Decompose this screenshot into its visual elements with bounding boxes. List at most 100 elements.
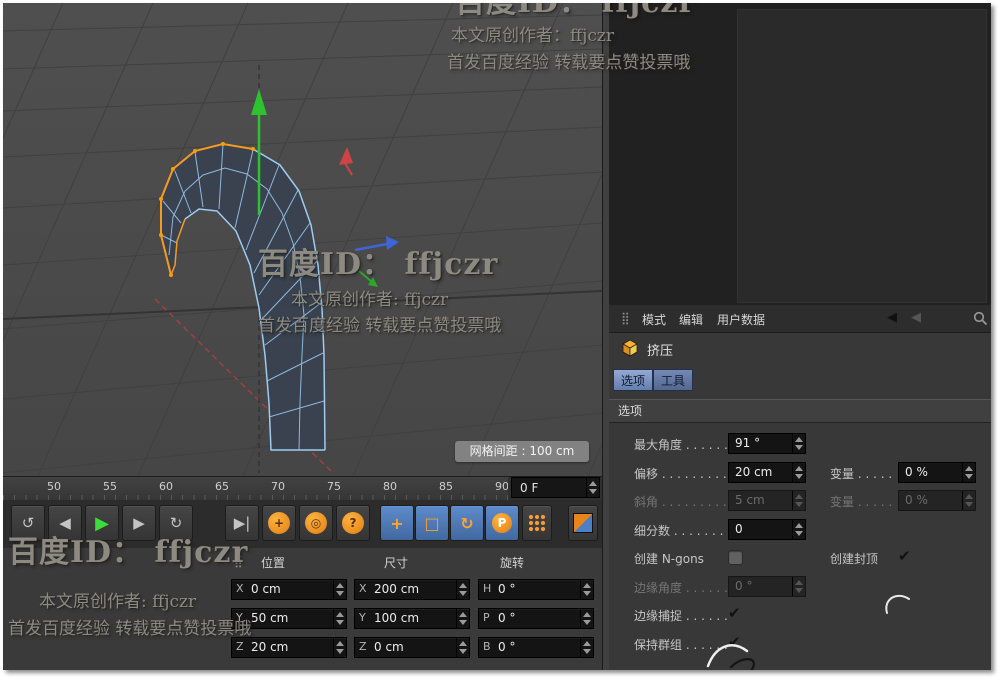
menu-edit[interactable]: 编辑 bbox=[679, 311, 703, 328]
transport-toolbar: ↺ ◀ ▶ ▶ ↻ ▶| + ◎ ? + □ ↻ P bbox=[3, 500, 602, 549]
timeline-tick: 90 bbox=[495, 480, 509, 493]
variation1-label: 变量 . . . . . bbox=[830, 467, 893, 481]
object-manager-area[interactable] bbox=[609, 3, 991, 306]
rotation-b-field[interactable]: B0 ° bbox=[478, 637, 594, 658]
loop-button[interactable]: ↻ bbox=[159, 505, 193, 541]
rotation-p-field[interactable]: P0 ° bbox=[478, 608, 594, 629]
keep-groups-checkbox[interactable]: ✔ bbox=[728, 633, 741, 651]
variation2-field: 0 % bbox=[898, 490, 976, 511]
scale-icon: □ bbox=[424, 513, 440, 533]
position-z-field[interactable]: Z 20 cm bbox=[231, 637, 347, 658]
create-caps-checkbox[interactable]: ✔ bbox=[898, 547, 911, 565]
position-x-field[interactable]: X0 cm bbox=[231, 579, 347, 600]
app-window: 网格间距 : 100 cm 50 55 60 65 70 75 80 85 90… bbox=[3, 3, 991, 670]
search-icon[interactable] bbox=[973, 311, 988, 326]
options-section-header[interactable]: 选项 bbox=[609, 399, 991, 423]
keep-groups-label: 保持群组 . . . . . . bbox=[634, 638, 728, 652]
object-manager-list[interactable] bbox=[737, 9, 987, 303]
offset-row: 偏移 . . . . . . . . . . 20 cm 变量 . . . . … bbox=[609, 462, 991, 484]
dots-grid-icon bbox=[528, 514, 546, 532]
size-y-field[interactable]: Y 100 cm bbox=[354, 608, 470, 629]
object-name-label: 挤压 bbox=[647, 344, 674, 359]
variation2-label: 变量 . . . . . bbox=[830, 495, 893, 509]
extrude-object-icon bbox=[622, 339, 638, 357]
create-caps-label: 创建封顶 bbox=[830, 552, 879, 566]
rotate-icon: ↻ bbox=[460, 513, 474, 533]
record-icon: + bbox=[268, 512, 290, 534]
rotate-tool-button[interactable]: ↻ bbox=[450, 505, 484, 541]
attribute-manager-panel: ⣿ 模式 编辑 用户数据 ◀ ◀ 挤压 选项 工具 选项 最大角度 . . . … bbox=[609, 3, 991, 670]
coordinates-panel: ⣿ 位置 尺寸 旋转 X0 cm Y 50 cm Z 20 cm X 200 cm Y… bbox=[3, 548, 602, 670]
edge-angle-label: 边缘角度 . . . . . . bbox=[634, 581, 728, 595]
edge-snap-row: 边缘捕捉 . . . . . . ✔ bbox=[609, 604, 991, 626]
timeline-tick: 50 bbox=[47, 480, 61, 493]
edge-angle-field: 0 ° bbox=[728, 576, 806, 597]
edge-angle-row: 边缘角度 . . . . . . 0 ° bbox=[609, 576, 991, 598]
frame-number-stepper[interactable] bbox=[586, 478, 599, 497]
parent-tool-button[interactable]: P bbox=[485, 505, 519, 541]
axis-lock-button[interactable] bbox=[522, 505, 552, 541]
edge-snap-label: 边缘捕捉 . . . . . . bbox=[634, 609, 728, 623]
viewport-3d[interactable]: 网格间距 : 100 cm bbox=[3, 3, 919, 477]
max-angle-row: 最大角度 . . . . . . 91 ° bbox=[609, 433, 991, 455]
play-button[interactable]: ▶ bbox=[85, 505, 119, 541]
attribute-menubar: ⣿ 模式 编辑 用户数据 ◀ ◀ bbox=[609, 305, 991, 333]
goto-end-button[interactable]: ▶| bbox=[225, 505, 259, 541]
parent-icon: P bbox=[492, 513, 512, 533]
help-icon: ? bbox=[342, 512, 364, 534]
edge-snap-checkbox[interactable]: ✔ bbox=[728, 604, 741, 622]
bevel-label: 斜角 . . . . . . . . . . bbox=[634, 495, 735, 509]
timeline-tick: 70 bbox=[271, 480, 285, 493]
menu-user-data[interactable]: 用户数据 bbox=[717, 311, 765, 328]
timeline-tick: 60 bbox=[159, 480, 173, 493]
move-tool-button[interactable]: + bbox=[380, 505, 414, 541]
timeline-tick: 85 bbox=[439, 480, 453, 493]
viewport-canvas[interactable] bbox=[3, 3, 919, 477]
create-ngons-label: 创建 N-gons bbox=[634, 552, 704, 566]
timeline-tick: 55 bbox=[103, 480, 117, 493]
rotation-h-field[interactable]: H0 ° bbox=[478, 579, 594, 600]
frame-number-field[interactable]: 0 F bbox=[511, 477, 600, 498]
timeline-tick: 75 bbox=[327, 480, 341, 493]
position-y-field[interactable]: Y 50 cm bbox=[231, 608, 347, 629]
ngons-caps-row: 创建 N-gons 创建封顶 ✔ bbox=[609, 547, 991, 569]
move-icon: + bbox=[390, 513, 404, 533]
previous-key-button[interactable]: ◀ bbox=[48, 505, 82, 541]
variation1-field[interactable]: 0 % bbox=[898, 462, 976, 483]
next-key-button[interactable]: ▶ bbox=[122, 505, 156, 541]
subdivision-row: 细分数 . . . . . . . . 0 bbox=[609, 519, 991, 541]
size-column-header: 尺寸 bbox=[384, 556, 409, 570]
subdivision-field[interactable]: 0 bbox=[728, 519, 806, 540]
size-z-field[interactable]: Z0 cm bbox=[354, 637, 470, 658]
offset-field[interactable]: 20 cm bbox=[728, 462, 806, 483]
active-object-row[interactable]: 挤压 bbox=[609, 332, 991, 364]
timeline-tick: 65 bbox=[215, 480, 229, 493]
subdivision-label: 细分数 . . . . . . . . bbox=[634, 524, 732, 538]
max-angle-field[interactable]: 91 ° bbox=[728, 433, 806, 454]
tab-options[interactable]: 选项 bbox=[613, 369, 653, 391]
keep-groups-row: 保持群组 . . . . . . ✔ bbox=[609, 633, 991, 655]
max-angle-label: 最大角度 . . . . . . bbox=[634, 438, 728, 452]
size-x-field[interactable]: X 200 cm bbox=[354, 579, 470, 600]
scale-tool-button[interactable]: □ bbox=[415, 505, 449, 541]
offset-label: 偏移 . . . . . . . . . . bbox=[634, 467, 735, 481]
record-keyframe-button[interactable]: + bbox=[262, 505, 296, 541]
goto-start-button[interactable]: ↺ bbox=[11, 505, 45, 541]
viewport-split-button[interactable] bbox=[568, 505, 598, 541]
history-back-icon[interactable]: ◀ bbox=[887, 310, 897, 325]
timeline-tick: 80 bbox=[383, 480, 397, 493]
bevel-field: 5 cm bbox=[728, 490, 806, 511]
tab-tool[interactable]: 工具 bbox=[653, 369, 693, 391]
attribute-grid-icon: ⣿ bbox=[621, 311, 630, 325]
position-column-header: 位置 bbox=[261, 556, 286, 570]
rotation-column-header: 旋转 bbox=[500, 556, 525, 570]
timeline-ruler[interactable]: 50 55 60 65 70 75 80 85 90 bbox=[3, 476, 509, 502]
create-ngons-checkbox[interactable] bbox=[728, 550, 743, 565]
coordinates-grid-icon: ⣿ bbox=[234, 554, 243, 568]
keyframe-options-button[interactable]: ? bbox=[336, 505, 370, 541]
history-forward-icon[interactable]: ◀ bbox=[911, 310, 921, 325]
autokey-button[interactable]: ◎ bbox=[299, 505, 333, 541]
autokey-icon: ◎ bbox=[305, 512, 327, 534]
frame-number-value: 0 F bbox=[520, 481, 539, 495]
menu-mode[interactable]: 模式 bbox=[642, 311, 666, 328]
